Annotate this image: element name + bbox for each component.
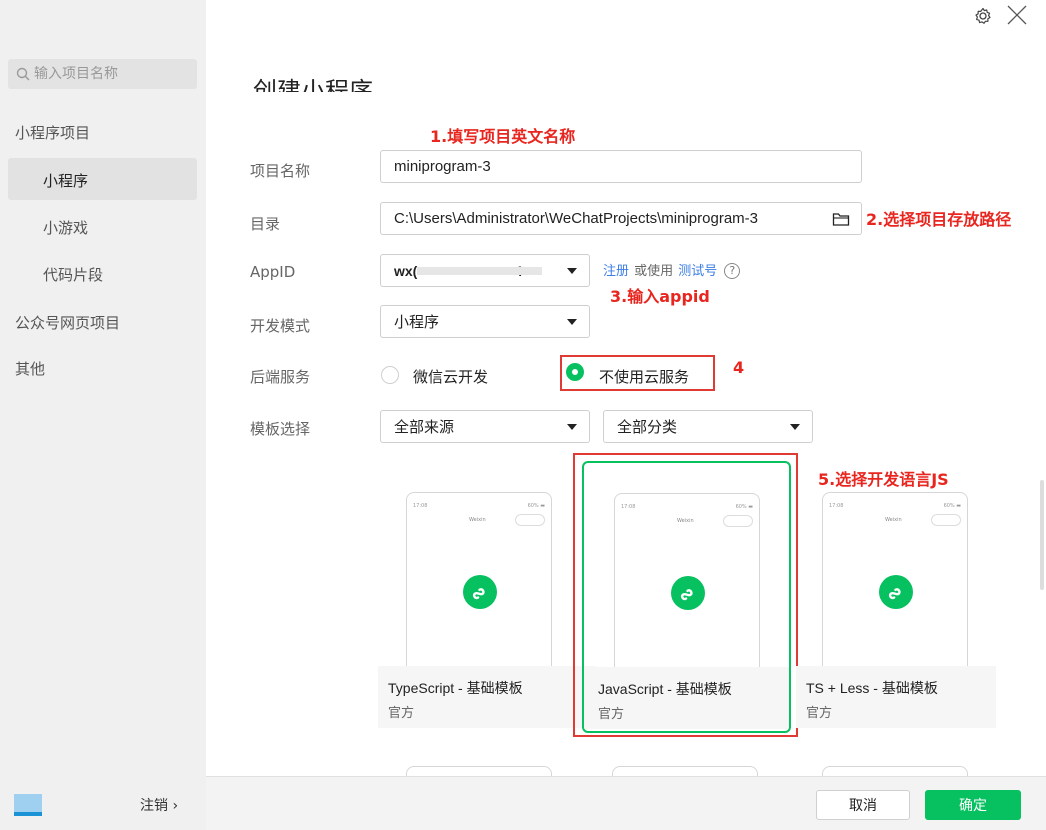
miniprogram-logo-icon (671, 576, 705, 610)
category-select[interactable]: 全部分类 (603, 410, 813, 443)
card-info: TS + Less - 基础模板 官方 (796, 666, 996, 728)
appid-select[interactable]: wx( 4 (380, 254, 590, 287)
miniprogram-logo-icon (463, 575, 497, 609)
page-title: 创建小程序 (253, 77, 373, 92)
close-icon[interactable] (1006, 4, 1028, 26)
template-source: 官方 (806, 706, 833, 721)
template-name: JavaScript - 基础模板 (598, 681, 732, 697)
directory-label: 目录 (250, 215, 281, 233)
template-card-ts-less[interactable]: 17:08 60% ▬ Weixin TS + Less - 基础模板 官方 (796, 460, 996, 728)
test-account-link[interactable]: 测试号 (678, 264, 717, 279)
project-name-label: 项目名称 (250, 162, 311, 180)
project-name-field[interactable]: miniprogram-3 (380, 150, 862, 183)
no-cloud-label[interactable]: 不使用云服务 (599, 366, 689, 387)
appid-links: 注册 或使用 测试号 ? (603, 260, 741, 279)
register-link[interactable]: 注册 (603, 264, 629, 279)
confirm-button[interactable]: 确定 (925, 790, 1021, 820)
gear-icon[interactable] (973, 6, 993, 26)
or-use-text: 或使用 (634, 264, 674, 279)
backend-label: 后端服务 (250, 368, 311, 386)
project-name-value: miniprogram-3 (394, 158, 491, 175)
template-card-peek[interactable] (612, 766, 758, 776)
card-info: JavaScript - 基础模板 官方 (584, 667, 789, 729)
phone-preview: 17:08 60% ▬ Weixin (822, 492, 968, 666)
template-source: 官方 (388, 706, 415, 721)
chevron-down-icon (790, 424, 800, 430)
logout-button[interactable]: 注销 › (140, 795, 178, 815)
avatar[interactable] (14, 794, 42, 816)
template-source: 官方 (598, 707, 625, 722)
sidebar-active-highlight (8, 158, 197, 200)
cancel-button[interactable]: 取消 (816, 790, 910, 820)
template-card-javascript[interactable]: 17:08 60% ▬ Weixin JavaScript - 基础模板 官方 (582, 461, 791, 733)
appid-label: AppID (250, 263, 296, 281)
radio-cloud-dev[interactable] (381, 366, 399, 384)
template-card-peek[interactable] (822, 766, 968, 776)
card-info: TypeScript - 基础模板 官方 (378, 666, 596, 728)
phone-preview: 17:08 60% ▬ Weixin (614, 493, 760, 667)
annotation-step3: 3.输入appid (610, 287, 710, 306)
source-select[interactable]: 全部来源 (380, 410, 590, 443)
appid-redaction (417, 267, 542, 275)
search-input[interactable] (34, 66, 194, 82)
sidebar-item-minigame[interactable]: 小游戏 (43, 217, 88, 238)
template-name: TypeScript - 基础模板 (388, 680, 523, 696)
template-card-typescript[interactable]: 17:08 60% ▬ Weixin TypeScript - 基础模板 官方 (378, 460, 596, 728)
dev-mode-label: 开发模式 (250, 317, 311, 335)
sidebar: 小程序项目 小程序 小游戏 代码片段 公众号网页项目 其他 注销 › (0, 0, 206, 830)
directory-field[interactable]: C:\Users\Administrator\WeChatProjects\mi… (380, 202, 862, 235)
dev-mode-select[interactable]: 小程序 (380, 305, 590, 338)
folder-icon[interactable] (832, 211, 850, 227)
template-label: 模板选择 (250, 420, 311, 438)
template-card-peek[interactable] (406, 766, 552, 776)
scrollbar[interactable] (1040, 480, 1044, 590)
help-icon[interactable]: ? (724, 262, 741, 279)
template-name: TS + Less - 基础模板 (806, 680, 938, 696)
sidebar-group-other[interactable]: 其他 (15, 358, 45, 379)
sidebar-group-miniprogram[interactable]: 小程序项目 (15, 122, 90, 143)
cloud-dev-label[interactable]: 微信云开发 (413, 366, 488, 387)
directory-value: C:\Users\Administrator\WeChatProjects\mi… (394, 210, 758, 227)
annotation-step4: 4 (733, 358, 745, 377)
sidebar-group-official-account[interactable]: 公众号网页项目 (15, 312, 120, 333)
chevron-down-icon (567, 424, 577, 430)
sidebar-item-miniprogram[interactable]: 小程序 (43, 170, 88, 191)
phone-preview: 17:08 60% ▬ Weixin (406, 492, 552, 666)
chevron-down-icon (567, 319, 577, 325)
category-value: 全部分类 (617, 419, 678, 436)
chevron-down-icon (567, 268, 577, 274)
dev-mode-value: 小程序 (394, 314, 440, 331)
footer-bar (206, 776, 1046, 830)
miniprogram-logo-icon (879, 575, 913, 609)
search-box[interactable] (8, 59, 197, 89)
search-icon (14, 65, 32, 83)
radio-no-cloud[interactable] (566, 363, 584, 381)
annotation-step1: 1.填写项目英文名称 (430, 127, 576, 146)
source-value: 全部来源 (394, 419, 455, 436)
sidebar-item-code-snippet[interactable]: 代码片段 (43, 264, 103, 285)
annotation-step2: 2.选择项目存放路径 (866, 210, 1012, 229)
